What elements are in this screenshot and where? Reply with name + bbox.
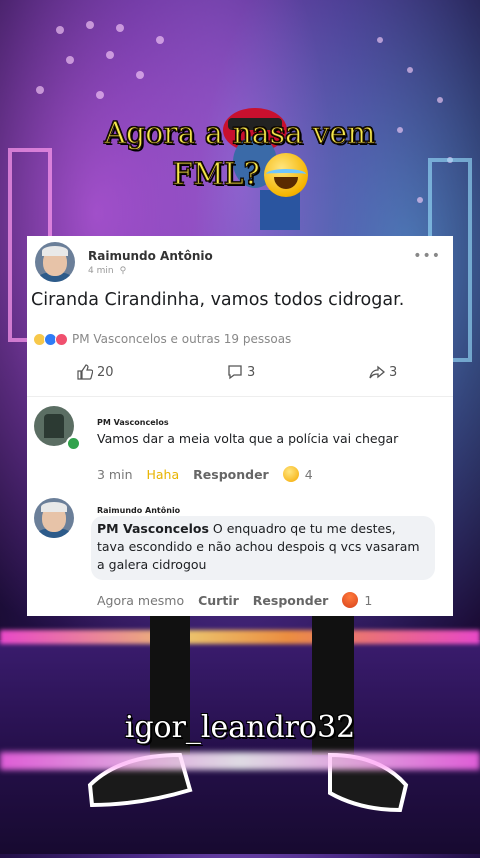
more-dots-icon[interactable]: ••• (413, 248, 441, 264)
author-avatar[interactable] (35, 242, 75, 282)
reactions-summary-text: PM Vasconcelos e outras 19 pessoas (72, 332, 292, 346)
thumbs-up-icon (77, 364, 93, 380)
tears-of-joy-emoji-icon (263, 153, 308, 197)
post-actions: 20 3 3 (27, 364, 453, 386)
share-count: 3 (389, 364, 398, 380)
facebook-post-card: Raimundo Antônio 4 min ⚲ ••• Ciranda Cir… (27, 236, 453, 616)
like-count: 20 (97, 364, 114, 380)
caption-line-2-text: FML? (172, 157, 261, 193)
username-watermark: igor_leandro32 (124, 710, 356, 745)
comment-meta: Agora mesmo Curtir Responder 1 (97, 592, 372, 608)
haha-emoji-icon (282, 466, 299, 482)
post-header: Raimundo Antônio 4 min ⚲ ••• (35, 242, 445, 284)
commenter-avatar[interactable] (34, 498, 74, 538)
haha-reaction-button[interactable]: Haha (147, 467, 180, 482)
reply-button[interactable]: Responder (193, 467, 269, 482)
comment-bubble-icon (228, 365, 242, 380)
comment-reaction-count[interactable]: 4 (305, 467, 313, 482)
divider (27, 396, 453, 397)
angry-emoji-icon (342, 592, 359, 608)
share-arrow-icon (369, 365, 385, 379)
neon-light-bar (0, 752, 480, 770)
comment-author[interactable]: PM Vasconcelos (97, 418, 169, 427)
share-button[interactable]: 3 (369, 364, 397, 380)
comment-count: 3 (247, 364, 256, 380)
privacy-icon: ⚲ (119, 266, 127, 276)
comment-text: PM Vasconcelos O enquadro qe tu me deste… (91, 516, 435, 580)
caption-line-2: FML? (172, 153, 308, 197)
like-button[interactable]: 20 (77, 364, 114, 380)
comment-time[interactable]: Agora mesmo (97, 593, 184, 608)
caption-line-1: Agora a nasa vem (104, 116, 376, 152)
comment-reaction-count[interactable]: 1 (364, 593, 372, 608)
reactions-summary[interactable]: PM Vasconcelos e outras 19 pessoas (33, 332, 291, 346)
meme-caption: Agora a nasa vem FML? (40, 115, 440, 197)
reaction-icons (33, 332, 68, 346)
like-button[interactable]: Curtir (198, 593, 239, 608)
reply-button[interactable]: Responder (253, 593, 329, 608)
post-text: Ciranda Cirandinha, vamos todos cidrogar… (31, 290, 405, 310)
comment-meta: 3 min Haha Responder 4 (97, 466, 313, 482)
comment-text: Vamos dar a meia volta que a polícia vai… (97, 431, 399, 446)
comment-author[interactable]: Raimundo Antônio (97, 506, 180, 515)
mention-link[interactable]: PM Vasconcelos (97, 521, 209, 536)
online-status-dot (66, 436, 81, 451)
post-time[interactable]: 4 min (88, 266, 114, 276)
comment-button[interactable]: 3 (227, 364, 255, 380)
post-meta: 4 min ⚲ (88, 266, 126, 276)
comment-time[interactable]: 3 min (97, 467, 133, 482)
post-author-name[interactable]: Raimundo Antônio (88, 249, 213, 263)
love-reaction-icon (55, 332, 68, 346)
